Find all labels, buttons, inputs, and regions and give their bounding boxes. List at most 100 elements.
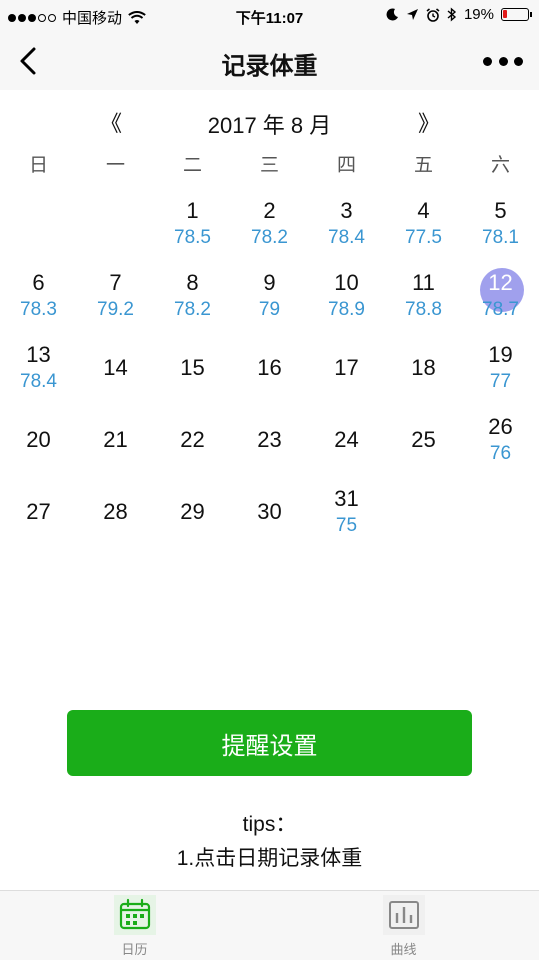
calendar-empty-cell <box>77 188 154 260</box>
more-dot-icon <box>498 56 508 66</box>
calendar-day-cell[interactable]: 20 <box>0 404 77 476</box>
tab-calendar[interactable]: 日历 <box>0 891 269 960</box>
weekday-label: 日 <box>28 155 48 176</box>
weekday-label: 五 <box>413 155 433 176</box>
weekday-label: 二 <box>182 155 202 176</box>
day-number: 25 <box>411 427 436 452</box>
day-number: 20 <box>26 427 51 452</box>
day-number: 30 <box>257 499 282 524</box>
calendar-day-cell[interactable]: 21 <box>77 404 154 476</box>
more-dot-icon <box>483 56 492 66</box>
day-number: 9 <box>263 270 276 295</box>
tab-calendar-label: 日历 <box>121 941 148 957</box>
calendar-week-row: 27 28 29 30 31 75 <box>0 476 539 548</box>
day-number: 22 <box>180 427 205 452</box>
tab-chart-label: 曲线 <box>390 941 417 957</box>
calendar-day-cell[interactable]: 5 78.1 <box>462 188 539 260</box>
calendar-empty-cell <box>462 476 539 548</box>
calendar-day-cell[interactable]: 15 <box>154 332 231 404</box>
more-options-button[interactable] <box>483 50 523 72</box>
calendar-day-cell[interactable]: 26 76 <box>462 404 539 476</box>
reminder-settings-button[interactable]: 提醒设置 <box>67 710 472 776</box>
calendar-day-cell[interactable]: 3 78.4 <box>308 188 385 260</box>
calendar-day-cell[interactable]: 30 <box>231 476 308 548</box>
day-number: 3 <box>340 198 353 223</box>
calendar-day-cell[interactable]: 6 78.3 <box>0 260 77 332</box>
next-month-button[interactable]: 》 <box>418 106 440 138</box>
calendar-day-cell[interactable]: 29 <box>154 476 231 548</box>
day-weight-value: 78.4 <box>20 371 57 392</box>
day-number: 10 <box>334 270 359 295</box>
calendar-week-row: 13 78.4 14 15 16 17 18 19 77 <box>0 332 539 404</box>
calendar-day-cell[interactable]: 11 78.8 <box>385 260 462 332</box>
calendar-day-cell[interactable]: 24 <box>308 404 385 476</box>
calendar-day-cell[interactable]: 28 <box>77 476 154 548</box>
calendar-icon <box>113 894 156 935</box>
day-number: 28 <box>103 499 128 524</box>
day-number: 17 <box>334 355 359 380</box>
day-number: 6 <box>32 270 45 295</box>
day-weight-value: 75 <box>335 515 358 536</box>
month-header: 《 2017 年 8 月 》 <box>0 100 539 144</box>
calendar-day-cell[interactable]: 10 78.9 <box>308 260 385 332</box>
day-weight-value: 78.2 <box>251 227 288 248</box>
day-number: 12 <box>488 270 513 295</box>
day-number: 24 <box>334 427 359 452</box>
day-number: 31 <box>334 486 359 511</box>
status-bar: 中国移动 下午11:07 19% <box>0 0 539 32</box>
day-number: 8 <box>186 270 199 295</box>
tips-text: 1.点击日期记录体重 <box>176 847 363 870</box>
tab-bar: 日历 曲线 <box>0 890 539 960</box>
calendar-empty-cell <box>0 188 77 260</box>
calendar-day-cell[interactable]: 9 79 <box>231 260 308 332</box>
calendar-day-cell[interactable]: 25 <box>385 404 462 476</box>
calendar-day-cell[interactable]: 31 75 <box>308 476 385 548</box>
calendar-day-cell[interactable]: 16 <box>231 332 308 404</box>
calendar-week-row: 20 21 22 23 24 25 26 76 <box>0 404 539 476</box>
calendar-day-cell[interactable]: 12 78.7 <box>462 260 539 332</box>
calendar-day-cell[interactable]: 22 <box>154 404 231 476</box>
calendar-day-cell[interactable]: 7 79.2 <box>77 260 154 332</box>
day-weight-value: 79.2 <box>97 299 134 320</box>
day-weight-value: 78.9 <box>328 299 365 320</box>
calendar-day-cell[interactable]: 13 78.4 <box>0 332 77 404</box>
tab-chart[interactable]: 曲线 <box>269 891 538 960</box>
alarm-icon <box>426 7 440 22</box>
day-weight-value: 78.1 <box>482 227 519 248</box>
day-weight-value: 78.3 <box>20 299 57 320</box>
day-number: 16 <box>257 355 282 380</box>
moon-icon <box>386 8 398 21</box>
calendar-week-row: 6 78.3 7 79.2 8 78.2 9 79 10 78.9 11 78.8 12 78.7 <box>0 260 539 332</box>
calendar-day-cell[interactable]: 19 77 <box>462 332 539 404</box>
calendar-day-cell[interactable]: 14 <box>77 332 154 404</box>
day-number: 2 <box>263 198 276 223</box>
day-number: 14 <box>103 355 128 380</box>
more-dot-icon <box>514 56 523 66</box>
tips-label: tips： <box>242 813 297 836</box>
calendar-day-cell[interactable]: 4 77.5 <box>385 188 462 260</box>
weekday-header: 日 一 二 三 四 五 六 <box>0 150 539 186</box>
status-right: 19% <box>386 6 532 23</box>
day-weight-value: 76 <box>489 443 512 464</box>
calendar-day-cell[interactable]: 23 <box>231 404 308 476</box>
calendar-day-cell[interactable]: 2 78.2 <box>231 188 308 260</box>
day-number: 26 <box>488 414 513 439</box>
calendar-day-cell[interactable]: 18 <box>385 332 462 404</box>
day-number: 18 <box>411 355 436 380</box>
page-title: 记录体重 <box>221 53 318 80</box>
day-weight-value: 77 <box>489 371 512 392</box>
day-number: 13 <box>26 342 51 367</box>
battery-percent: 19% <box>463 6 494 23</box>
location-arrow-icon <box>406 9 418 20</box>
day-weight-value: 78.7 <box>482 299 519 320</box>
calendar-day-cell[interactable]: 1 78.5 <box>154 188 231 260</box>
weekday-label: 一 <box>105 155 125 176</box>
calendar-day-cell[interactable]: 17 <box>308 332 385 404</box>
calendar-day-cell[interactable]: 8 78.2 <box>154 260 231 332</box>
chart-icon <box>382 894 425 935</box>
day-number: 19 <box>488 342 513 367</box>
weekday-label: 六 <box>490 155 510 176</box>
battery-level <box>503 10 507 18</box>
calendar-day-cell[interactable]: 27 <box>0 476 77 548</box>
calendar-empty-cell <box>385 476 462 548</box>
